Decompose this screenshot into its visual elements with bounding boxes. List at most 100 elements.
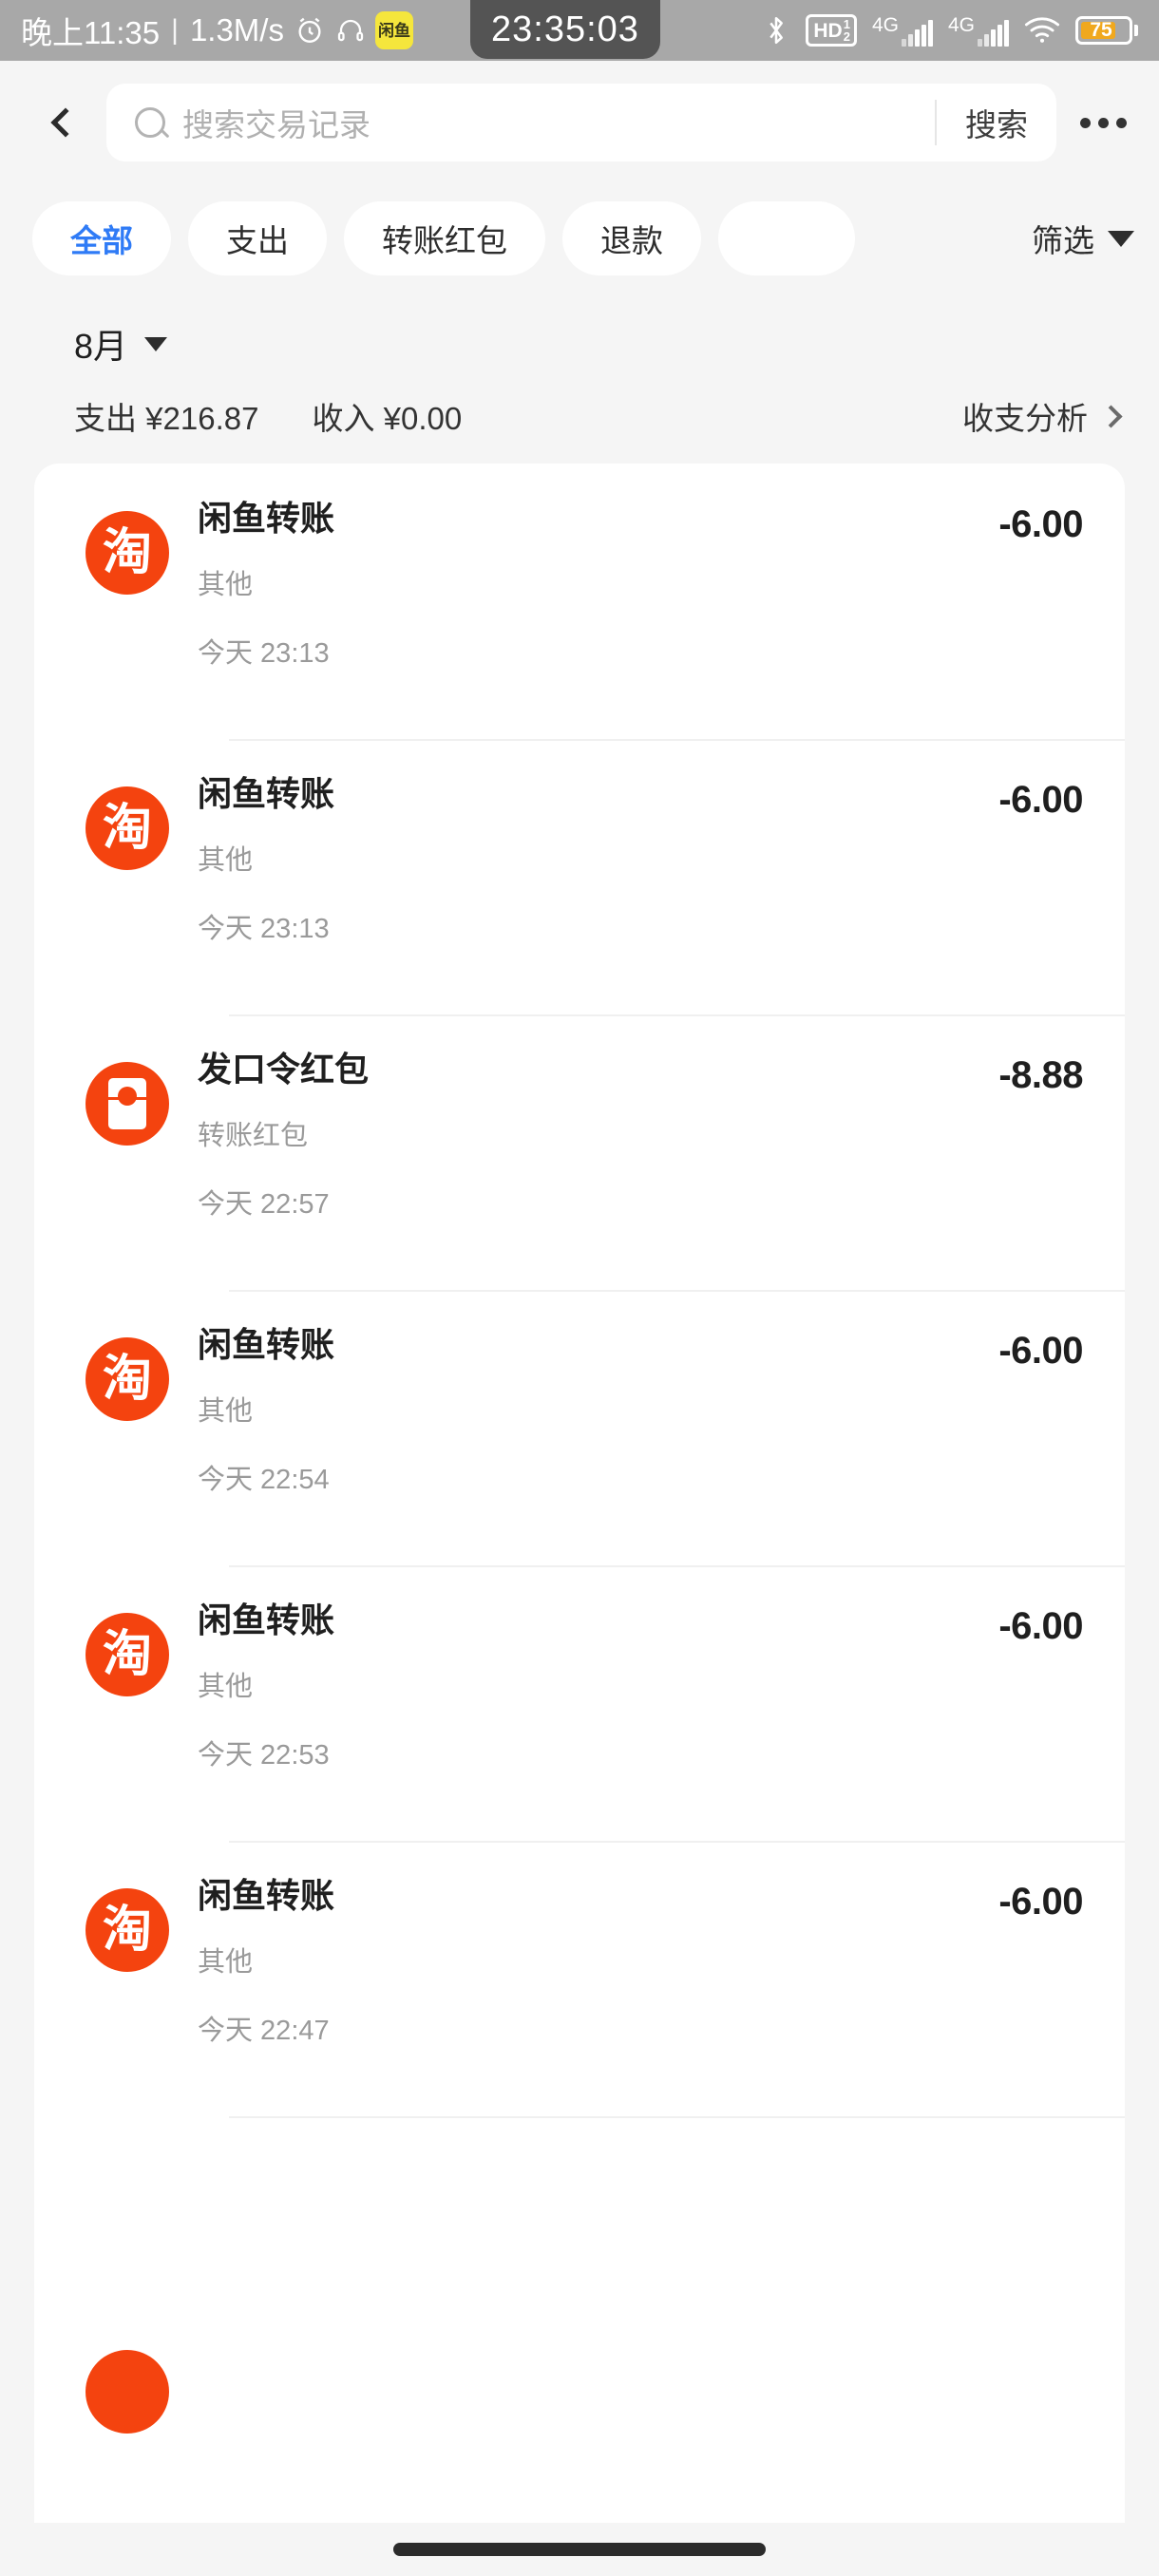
taobao-icon: 淘 (86, 1888, 169, 1972)
transaction-list: 淘 闲鱼转账 其他 今天 23:13 -6.00 淘 闲鱼转账 其他 今天 23… (34, 464, 1125, 2576)
transaction-details: 发口令红包 转账红包 今天 22:57 (169, 1051, 998, 1222)
signal-sim1: 4G (872, 15, 933, 47)
caret-down-icon (144, 336, 168, 351)
alarm-clock-icon (294, 14, 326, 47)
more-dots-icon (1115, 117, 1127, 128)
transaction-time: 今天 22:54 (198, 1464, 330, 1495)
taobao-icon: 淘 (86, 511, 169, 595)
signal-sim1-label: 4G (871, 13, 899, 36)
more-options-button[interactable] (1070, 89, 1136, 156)
status-bar-separator: | (171, 14, 179, 46)
red-packet-icon (86, 1062, 169, 1146)
taobao-glyph: 淘 (102, 1902, 152, 1959)
status-bar: 晚上11:35 | 1.3M/s 闲鱼 HD 1 2 4G 4G 75 23:3… (0, 0, 1159, 61)
analysis-label: 收支分析 (962, 401, 1088, 436)
transaction-amount: -6.00 (998, 1605, 1083, 1647)
transaction-time: 今天 22:53 (198, 1739, 330, 1771)
battery-percent-label: 75 (1090, 19, 1112, 41)
screen-recording-timer: 23:35:03 (470, 0, 660, 59)
table-row[interactable]: 发口令红包 转账红包 今天 22:57 -8.88 (34, 1014, 1125, 1290)
search-bar[interactable]: 搜索交易记录 搜索 (106, 84, 1056, 161)
transaction-title: 闲鱼转账 (198, 1876, 335, 1915)
headphone-icon (335, 15, 366, 46)
transaction-time: 今天 23:13 (198, 913, 330, 944)
filter-dropdown-label: 筛选 (1032, 223, 1094, 258)
red-packet-glyph (108, 1078, 146, 1129)
taobao-glyph: 淘 (102, 800, 152, 857)
home-indicator-area (0, 2523, 1159, 2576)
table-row[interactable]: 淘 闲鱼转账 其他 今天 23:13 -6.00 (34, 464, 1125, 739)
transaction-category: 其他 (198, 1395, 254, 1427)
filter-dropdown-button[interactable]: 筛选 (999, 201, 1159, 275)
status-bar-left: 晚上11:35 | 1.3M/s 闲鱼 (21, 8, 413, 53)
transaction-title: 闲鱼转账 (198, 499, 335, 538)
filter-chip-row: 全部 支出 转账红包 退款 筛选 (0, 184, 1159, 298)
filter-chip-expense[interactable]: 支出 (188, 201, 327, 275)
taobao-glyph: 淘 (102, 1351, 152, 1408)
volte-hd-label: HD (813, 19, 843, 42)
filter-chip-partial[interactable] (718, 201, 856, 275)
income-expense-analysis-link[interactable]: 收支分析 (962, 393, 1125, 439)
bluetooth-icon (762, 14, 790, 47)
transaction-category: 其他 (198, 569, 254, 600)
transaction-amount: -6.00 (998, 1330, 1083, 1372)
transaction-time: 今天 22:57 (198, 1188, 330, 1220)
total-income-label: 收入 ¥0.00 (312, 401, 463, 436)
transaction-details: 闲鱼转账 其他 今天 23:13 (169, 500, 998, 671)
transaction-details: 闲鱼转账 其他 今天 22:47 (169, 1877, 998, 2048)
navigation-bar: 搜索交易记录 搜索 (0, 61, 1159, 184)
volte-hd-icon: HD 1 2 (806, 14, 857, 47)
more-dots-icon (1079, 117, 1091, 128)
back-button[interactable] (32, 92, 93, 153)
caret-down-icon (1108, 230, 1134, 247)
battery-icon: 75 (1075, 16, 1138, 45)
app-badge-xianyu-icon: 闲鱼 (374, 11, 413, 49)
filter-chip-all[interactable]: 全部 (32, 201, 171, 275)
month-selector[interactable]: 8月 (74, 319, 1125, 369)
transaction-details: 闲鱼转账 其他 今天 22:53 (169, 1601, 998, 1772)
transaction-category: 其他 (198, 844, 254, 876)
transaction-title: 闲鱼转账 (198, 1601, 335, 1639)
transaction-amount: -6.00 (998, 779, 1083, 821)
table-row-partial[interactable] (34, 2116, 1125, 2434)
home-indicator-bar[interactable] (393, 2543, 766, 2556)
filter-chip-transfer-redpacket[interactable]: 转账红包 (344, 201, 545, 275)
taobao-glyph: 淘 (102, 524, 152, 581)
signal-sim2: 4G (948, 15, 1009, 47)
chevron-right-icon (1099, 404, 1123, 428)
search-input[interactable]: 搜索交易记录 (182, 100, 935, 145)
wifi-icon (1024, 16, 1060, 45)
taobao-icon: 淘 (86, 1613, 169, 1696)
transaction-title: 闲鱼转账 (198, 1325, 335, 1364)
taobao-icon: 淘 (86, 1337, 169, 1421)
table-row[interactable]: 淘 闲鱼转账 其他 今天 22:53 -6.00 (34, 1565, 1125, 1841)
transaction-title: 发口令红包 (198, 1050, 370, 1089)
transaction-amount: -6.00 (998, 1881, 1083, 1923)
transaction-details: 闲鱼转账 其他 今天 22:54 (169, 1326, 998, 1497)
table-row[interactable]: 淘 闲鱼转账 其他 今天 22:54 -6.00 (34, 1290, 1125, 1565)
transaction-amount: -8.88 (998, 1054, 1083, 1096)
transaction-category: 其他 (198, 1946, 254, 1978)
transaction-time: 今天 23:13 (198, 637, 330, 669)
table-row[interactable]: 淘 闲鱼转账 其他 今天 22:47 -6.00 (34, 1841, 1125, 2116)
transaction-time: 今天 22:47 (198, 2015, 330, 2046)
status-bar-clock: 晚上11:35 (21, 15, 161, 50)
taobao-icon: 淘 (86, 786, 169, 870)
signal-sim2-label: 4G (947, 13, 975, 36)
month-summary: 8月 支出 ¥216.87 收入 ¥0.00 收支分析 (0, 298, 1159, 439)
total-expense-label: 支出 ¥216.87 (74, 401, 259, 436)
more-dots-icon (1097, 117, 1109, 128)
transaction-details: 闲鱼转账 其他 今天 23:13 (169, 775, 998, 946)
month-label: 8月 (74, 327, 128, 366)
transaction-category: 转账红包 (198, 1120, 309, 1151)
filter-chip-refund[interactable]: 退款 (562, 201, 701, 275)
table-row[interactable]: 淘 闲鱼转账 其他 今天 23:13 -6.00 (34, 739, 1125, 1014)
signal-bars-icon (978, 19, 1009, 47)
transaction-category: 其他 (198, 1671, 254, 1702)
search-icon (135, 107, 165, 138)
transaction-title: 闲鱼转账 (198, 774, 335, 813)
totals-row: 支出 ¥216.87 收入 ¥0.00 收支分析 (74, 393, 1125, 439)
status-bar-right: HD 1 2 4G 4G 75 (762, 14, 1138, 47)
search-submit-button[interactable]: 搜索 (937, 100, 1056, 145)
volte-sim2-label: 2 (843, 29, 850, 44)
